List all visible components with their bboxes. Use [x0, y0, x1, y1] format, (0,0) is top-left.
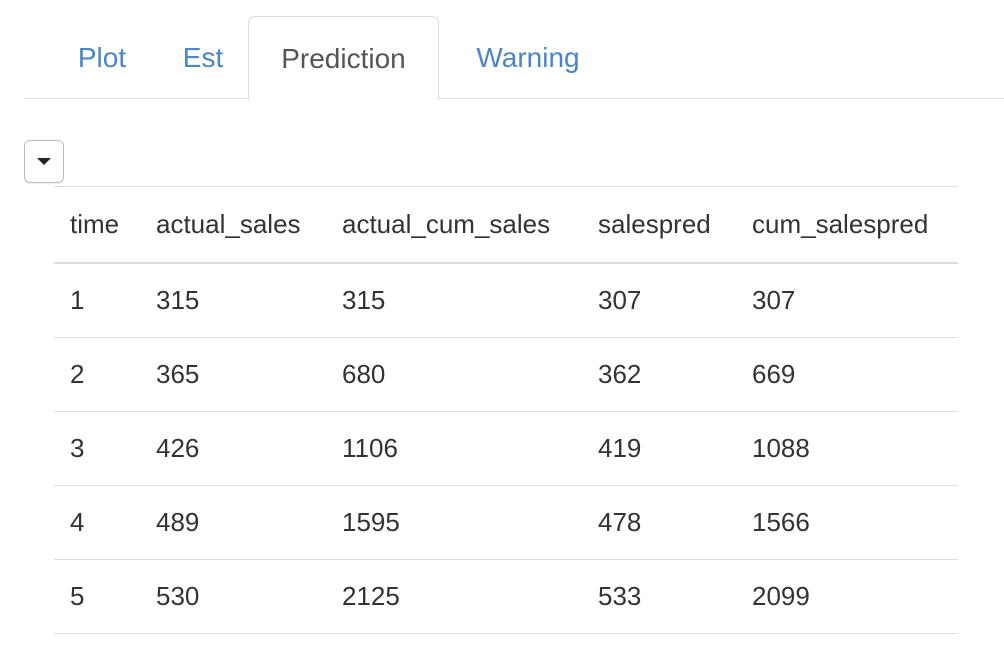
table-cell: 419 [582, 411, 736, 486]
table-cell: 478 [582, 485, 736, 560]
table-cell: 680 [326, 337, 582, 412]
column-header-time: time [54, 186, 140, 264]
table-cell: 315 [140, 263, 326, 338]
table-cell: 2125 [326, 559, 582, 634]
prediction-table: time actual_sales actual_cum_sales sales… [54, 186, 958, 634]
column-header-cum-salespred: cum_salespred [736, 186, 958, 264]
table-header-row: time actual_sales actual_cum_sales sales… [54, 186, 958, 264]
table-cell: 307 [736, 263, 958, 338]
tab-bar: Plot Est Prediction Warning [24, 16, 1004, 100]
table-cell: 533 [582, 559, 736, 634]
table-cell: 5 [54, 559, 140, 634]
tab-plot[interactable]: Plot [46, 16, 158, 99]
table-cell: 1106 [326, 411, 582, 486]
table-cell: 307 [582, 263, 736, 338]
table-cell: 362 [582, 337, 736, 412]
dropdown-toggle-button[interactable] [24, 140, 64, 183]
column-header-actual-sales: actual_sales [140, 186, 326, 264]
column-header-actual-cum-sales: actual_cum_sales [326, 186, 582, 264]
table-cell: 1088 [736, 411, 958, 486]
tab-prediction[interactable]: Prediction [248, 16, 439, 100]
tab-est[interactable]: Est [158, 16, 248, 99]
table-cell: 530 [140, 559, 326, 634]
table-cell: 3 [54, 411, 140, 486]
table-cell: 669 [736, 337, 958, 412]
table-cell: 365 [140, 337, 326, 412]
table-cell: 2 [54, 337, 140, 412]
table-cell: 489 [140, 485, 326, 560]
table-cell: 1 [54, 263, 140, 338]
table-cell: 315 [326, 263, 582, 338]
table-row: 2 365 680 362 669 [54, 337, 958, 412]
table-row: 1 315 315 307 307 [54, 263, 958, 338]
table-row: 4 489 1595 478 1566 [54, 485, 958, 560]
table-row: 3 426 1106 419 1088 [54, 411, 958, 486]
table-row: 5 530 2125 533 2099 [54, 559, 958, 634]
table-cell: 4 [54, 485, 140, 560]
table-cell: 2099 [736, 559, 958, 634]
caret-down-icon [37, 158, 51, 165]
table-cell: 1566 [736, 485, 958, 560]
table-cell: 426 [140, 411, 326, 486]
table-cell: 1595 [326, 485, 582, 560]
tab-warning[interactable]: Warning [453, 16, 603, 99]
column-header-salespred: salespred [582, 186, 736, 264]
